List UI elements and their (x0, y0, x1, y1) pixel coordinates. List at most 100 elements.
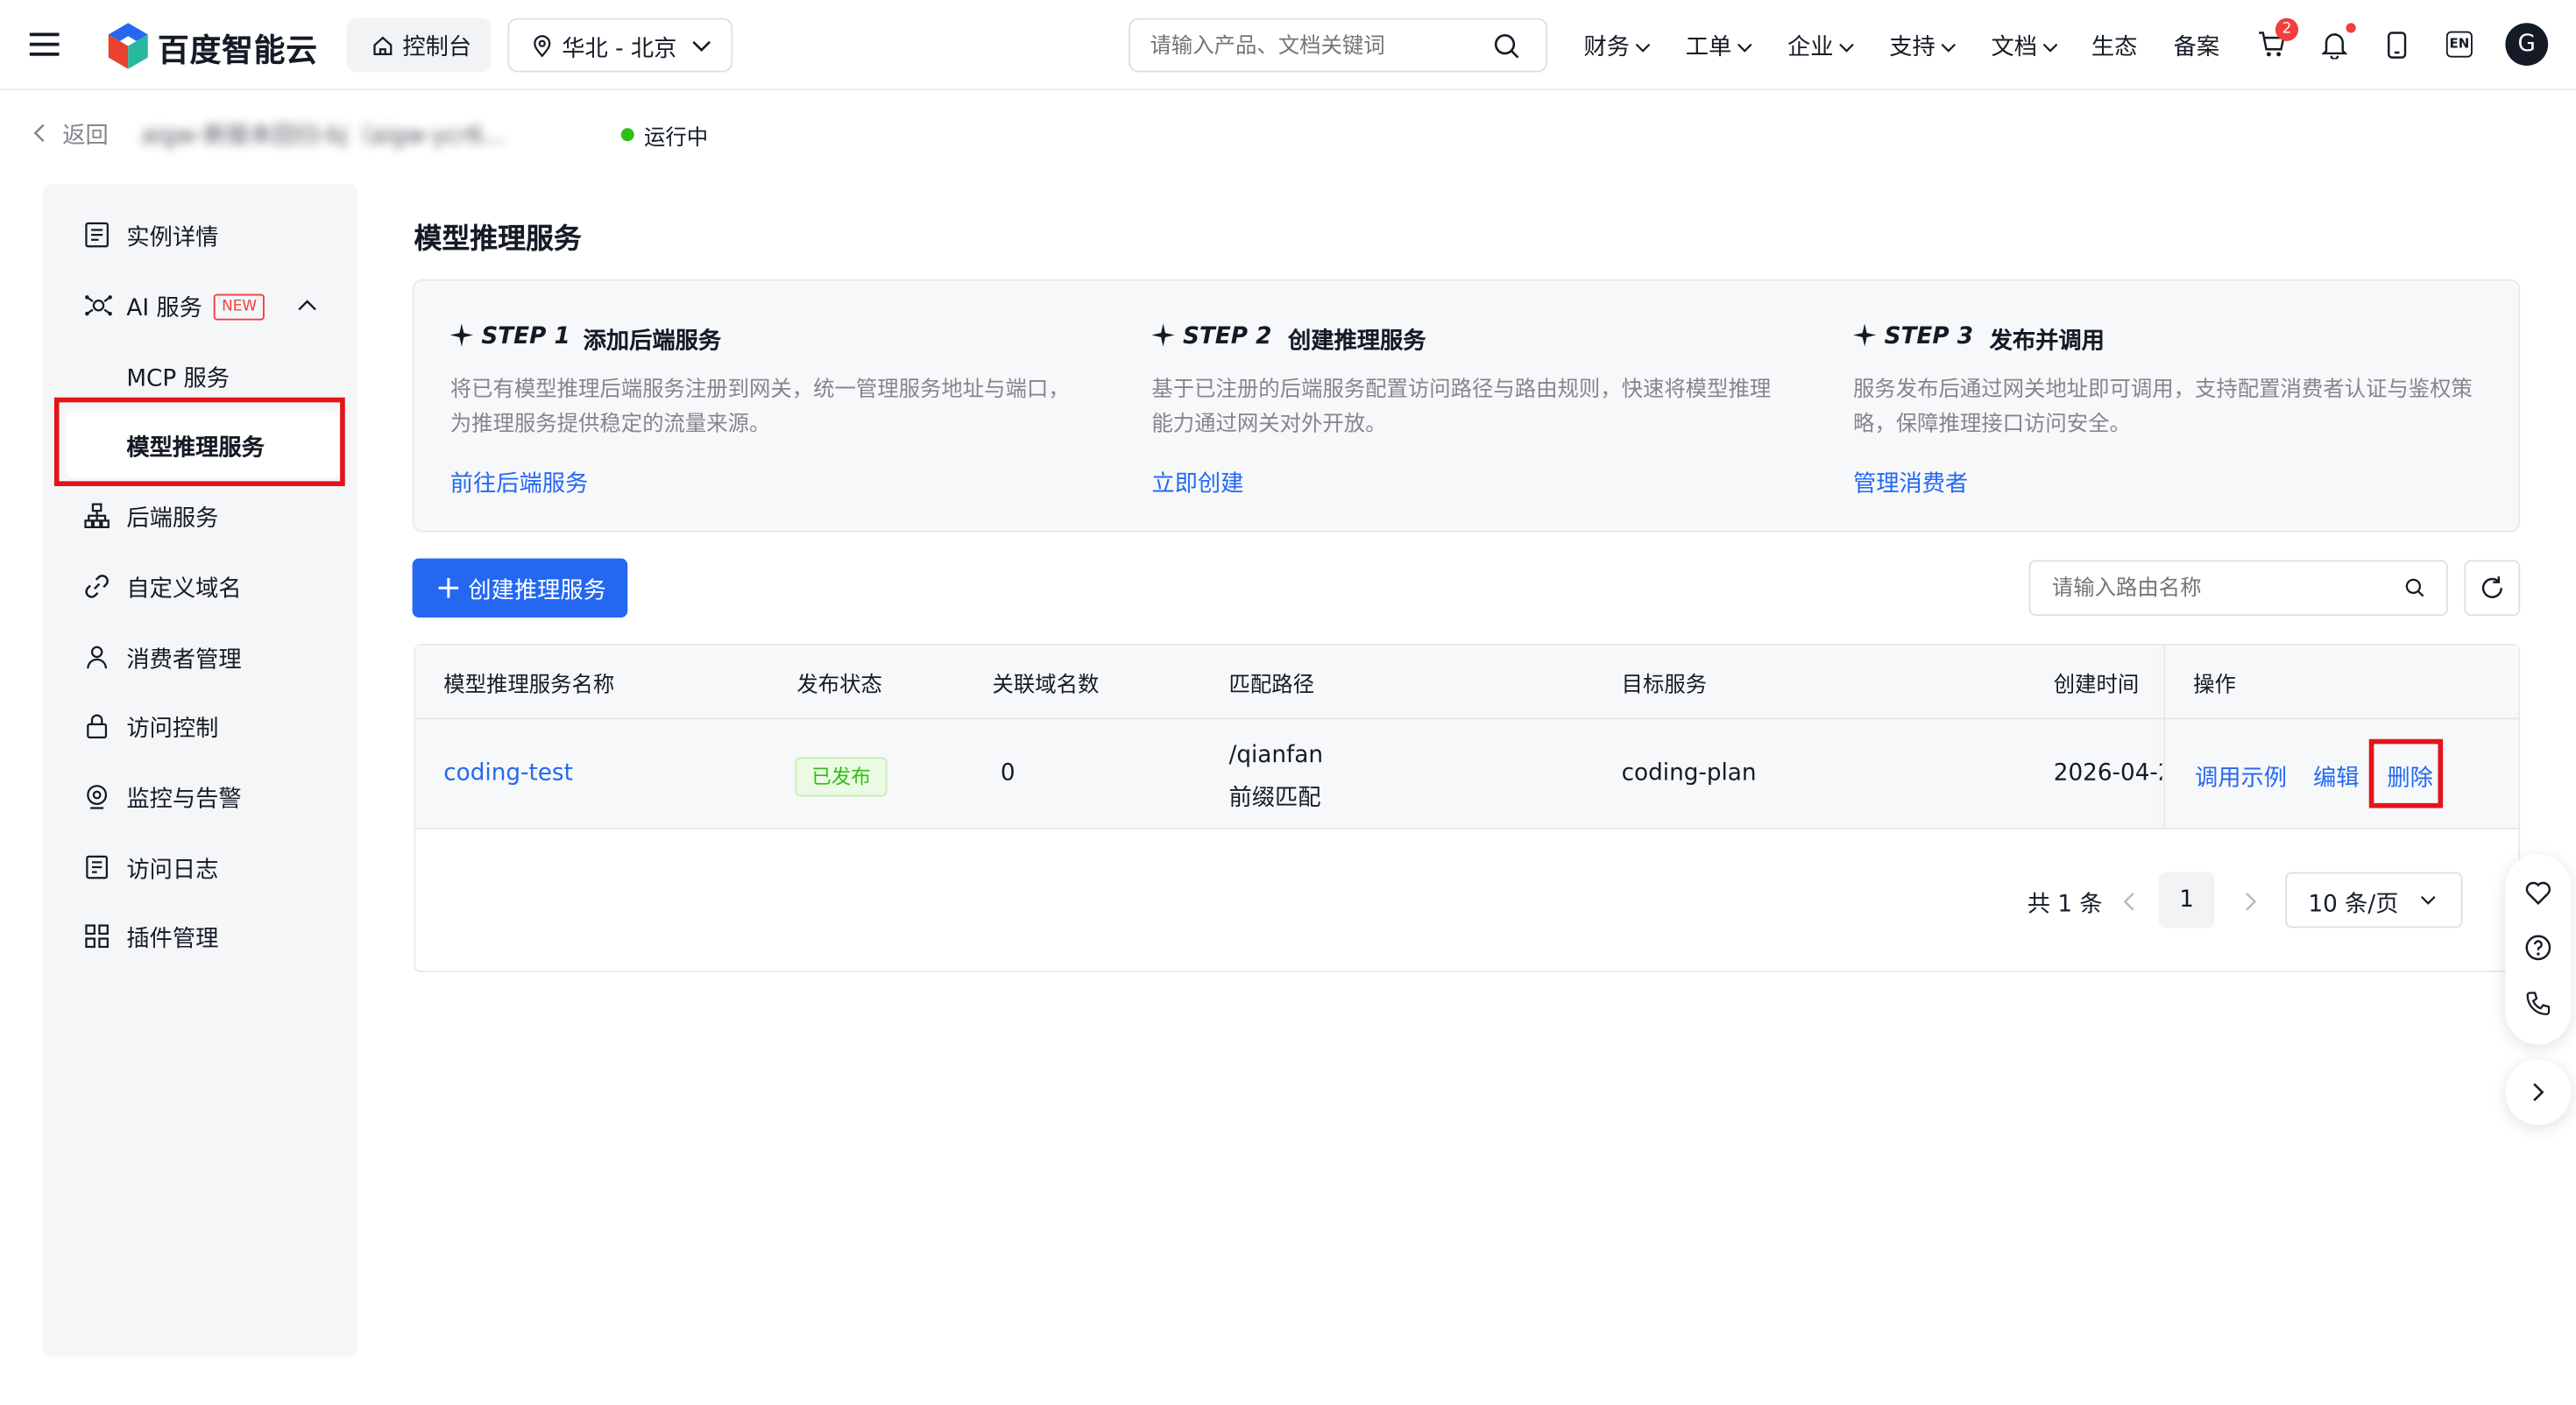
match-path: /qianfan (1228, 742, 1323, 769)
sidebar-item-mcp-service[interactable]: MCP 服务 (43, 347, 358, 406)
console-label: 控制台 (402, 34, 472, 61)
create-now-link[interactable]: 立即创建 (1151, 467, 1243, 500)
grid-plugin-icon (85, 924, 109, 949)
global-search-box[interactable] (1129, 18, 1548, 73)
service-name-link[interactable]: coding-test (443, 760, 573, 787)
refresh-button[interactable] (2464, 560, 2521, 617)
step-title: 发布并调用 (1989, 328, 2105, 355)
user-avatar[interactable]: G (2505, 23, 2549, 66)
chevron-right-icon[interactable] (2244, 892, 2257, 912)
sidebar-item-label: MCP 服务 (126, 366, 230, 393)
nav-docs[interactable]: 文档 (1992, 30, 2059, 63)
chevron-down-icon (2042, 43, 2058, 53)
chevron-down-icon (692, 40, 711, 53)
sidebar-item-access-log[interactable]: 访问日志 (43, 837, 358, 897)
nav-enterprise[interactable]: 企业 (1787, 30, 1855, 63)
heart-icon[interactable] (2525, 880, 2551, 905)
link-icon (85, 575, 109, 598)
chevron-left-icon[interactable] (2123, 892, 2136, 912)
route-search-input[interactable] (2051, 573, 2381, 604)
sparkle-icon (449, 323, 473, 347)
new-badge: NEW (213, 293, 265, 321)
step-number: STEP 2 (1183, 323, 1272, 350)
page-number-button[interactable]: 1 (2158, 872, 2215, 928)
instance-name: aigw-新版本回归-bj（aigw-ycr6... (141, 123, 506, 150)
chevron-down-icon (1737, 43, 1752, 53)
chevron-down-icon (1839, 43, 1854, 53)
sidebar-item-custom-domain[interactable]: 自定义域名 (43, 557, 358, 617)
sidebar-item-label: 实例详情 (126, 224, 219, 251)
collapse-toolbar-button[interactable] (2505, 1059, 2572, 1126)
column-header-created-time: 创建时间 (2053, 673, 2140, 698)
home-icon (373, 36, 393, 55)
step-number: STEP 3 (1884, 323, 1974, 350)
sparkle-icon (1853, 323, 1877, 347)
chevron-up-icon[interactable] (297, 299, 317, 312)
region-select[interactable]: 华北 - 北京 (507, 18, 733, 73)
monitor-target-icon (87, 785, 108, 809)
menu-hamburger-icon[interactable] (29, 32, 60, 58)
manage-consumers-link[interactable]: 管理消费者 (1853, 467, 1968, 500)
sidebar-item-plugin-management[interactable]: 插件管理 (43, 907, 358, 966)
sidebar-item-label: 访问控制 (126, 716, 219, 743)
mobile-phone-icon (2388, 32, 2407, 59)
mobile-button[interactable] (2387, 32, 2407, 60)
log-icon (86, 855, 108, 879)
page-size-select[interactable]: 10 条/页 (2285, 872, 2463, 928)
sidebar: 实例详情 AI 服务 NEW MCP 服务 模型推理服务 后端服务 自定义域名 … (42, 184, 358, 1357)
bell-icon (2321, 33, 2348, 60)
column-header-domain-count: 关联域名数 (992, 673, 1100, 698)
global-search-input[interactable] (1150, 29, 1479, 63)
plus-icon (438, 578, 459, 598)
document-list-icon (85, 222, 109, 248)
brand-name: 百度智能云 (158, 32, 318, 69)
instance-status-label: 运行中 (644, 126, 709, 152)
call-example-button[interactable]: 调用示例 (2195, 760, 2287, 794)
nav-ecosystem[interactable]: 生态 (2091, 30, 2138, 63)
sidebar-item-label: 访问日志 (126, 857, 219, 884)
delete-button[interactable]: 删除 (2387, 760, 2433, 794)
status-dot (620, 128, 634, 142)
fixed-column-divider (2163, 645, 2166, 830)
nav-support[interactable]: 支持 (1889, 30, 1957, 63)
sidebar-item-backend-service[interactable]: 后端服务 (43, 486, 358, 546)
guide-steps-card: STEP 1 添加后端服务 将已有模型推理后端服务注册到网关，统一管理服务地址与… (412, 279, 2521, 533)
nav-finance[interactable]: 财务 (1584, 30, 1652, 63)
edit-button[interactable]: 编辑 (2313, 760, 2360, 794)
sidebar-item-consumer-management[interactable]: 消费者管理 (43, 627, 358, 687)
created-time-cell: 2026-04-2 (2054, 760, 2162, 794)
match-type: 前缀匹配 (1228, 785, 1321, 812)
sidebar-item-label: 模型推理服务 (126, 434, 265, 462)
created-time: 2026-04-2 (2053, 760, 2162, 787)
sidebar-item-access-control[interactable]: 访问控制 (43, 696, 358, 756)
step-description: 将已有模型推理后端服务注册到网关，统一管理服务地址与端口，为推理服务提供稳定的流… (449, 378, 1070, 437)
sidebar-item-instance-detail[interactable]: 实例详情 (43, 205, 358, 265)
console-button[interactable]: 控制台 (346, 18, 492, 73)
nav-filing[interactable]: 备案 (2174, 30, 2220, 63)
go-to-backend-link[interactable]: 前往后端服务 (450, 467, 589, 500)
user-icon (87, 646, 108, 669)
sidebar-item-ai-service[interactable]: AI 服务 NEW (43, 276, 358, 335)
route-search-box[interactable] (2028, 560, 2448, 617)
chevron-down-icon (1941, 43, 1957, 53)
location-pin-icon (534, 35, 551, 58)
sidebar-item-label: AI 服务 (126, 295, 202, 322)
search-icon[interactable] (2405, 578, 2425, 598)
cart-button[interactable]: 2 (2257, 18, 2299, 60)
chevron-left-icon (33, 124, 45, 143)
nav-ticket[interactable]: 工单 (1686, 30, 1753, 63)
sidebar-item-monitoring[interactable]: 监控与告警 (43, 767, 358, 827)
help-question-icon[interactable] (2525, 935, 2551, 961)
page-size-label: 10 条/页 (2308, 892, 2399, 919)
column-header-target-service: 目标服务 (1621, 673, 1708, 698)
search-icon[interactable] (1493, 33, 1519, 60)
create-inference-service-button[interactable]: 创建推理服务 (412, 558, 628, 618)
phone-icon[interactable] (2525, 991, 2551, 1017)
language-switch[interactable]: EN (2445, 31, 2473, 58)
chevron-right-icon (2533, 1083, 2544, 1102)
notification-button[interactable] (2321, 23, 2356, 60)
column-header-status: 发布状态 (796, 673, 882, 698)
sitemap-icon (84, 503, 110, 528)
sidebar-item-model-inference[interactable]: 模型推理服务 (66, 412, 339, 478)
chevron-down-icon (2420, 895, 2436, 905)
